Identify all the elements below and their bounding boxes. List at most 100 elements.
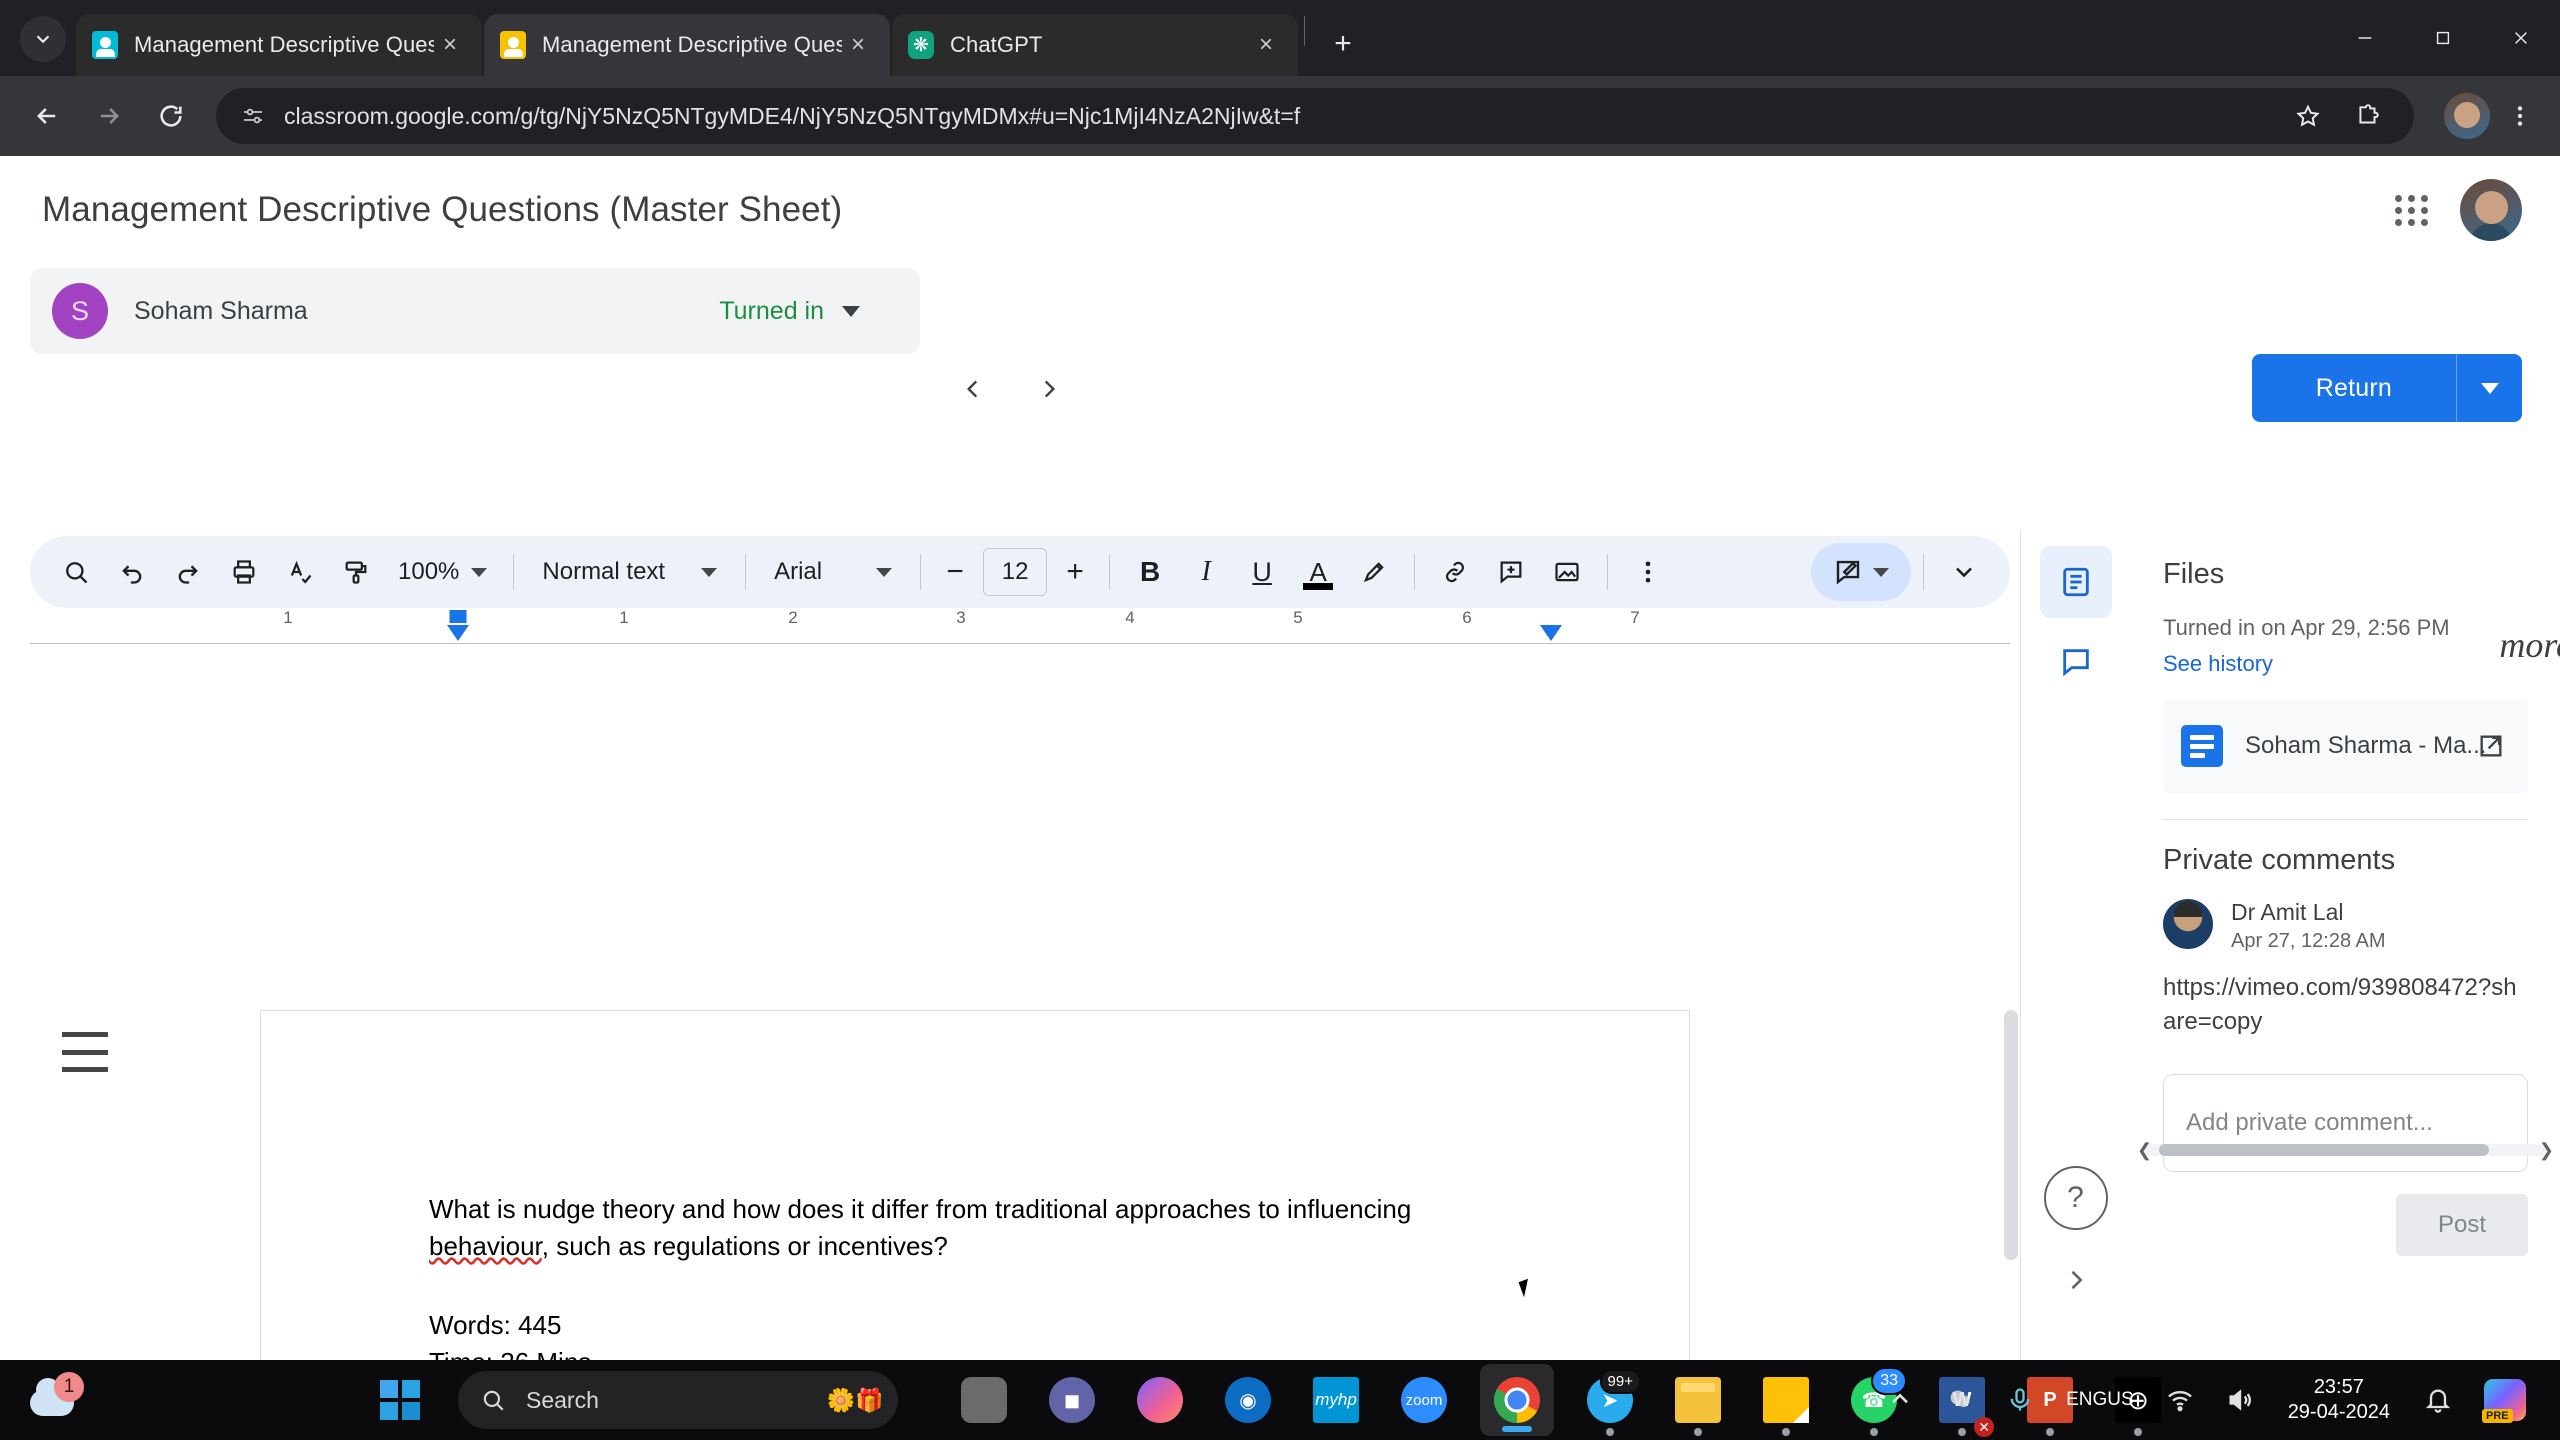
- notifications-bell-icon[interactable]: [2408, 1365, 2468, 1435]
- insert-image-icon[interactable]: [1539, 544, 1595, 600]
- microphone-icon[interactable]: [1990, 1365, 2050, 1435]
- divider: [1607, 554, 1609, 590]
- spellcheck-icon[interactable]: [272, 544, 328, 600]
- editing-mode-button[interactable]: [1811, 543, 1911, 601]
- tab-search-button[interactable]: [20, 16, 66, 62]
- document-scrollbar[interactable]: [2004, 1010, 2018, 1260]
- see-history-link[interactable]: See history: [2163, 651, 2528, 677]
- minimize-icon[interactable]: [2326, 0, 2404, 76]
- more-options-icon[interactable]: [1620, 544, 1676, 600]
- insert-link-icon[interactable]: [1427, 544, 1483, 600]
- extensions-icon[interactable]: [2342, 90, 2394, 142]
- submission-status-dropdown[interactable]: Turned in: [719, 297, 860, 326]
- taskbar-item-task-view[interactable]: [952, 1368, 1016, 1432]
- chatgpt-icon: ❋: [908, 31, 934, 59]
- search-input[interactable]: Search 🌼🎁: [458, 1371, 898, 1429]
- right-indent-marker[interactable]: [1540, 625, 1562, 641]
- bold-button[interactable]: B: [1122, 544, 1178, 600]
- document-canvas[interactable]: What is nudge theory and how does it dif…: [0, 1010, 2024, 1360]
- previous-student-button[interactable]: [940, 356, 1006, 422]
- zoom-level-dropdown[interactable]: 100%: [384, 544, 501, 600]
- google-apps-icon[interactable]: [2386, 184, 2438, 236]
- new-tab-button[interactable]: +: [1319, 20, 1367, 68]
- maximize-icon[interactable]: [2404, 0, 2482, 76]
- first-line-indent-marker[interactable]: [449, 610, 467, 623]
- taskbar-item-notes[interactable]: [1754, 1368, 1818, 1432]
- paragraph-style-dropdown[interactable]: Normal text: [526, 544, 733, 600]
- taskbar-item-teams[interactable]: ◼: [1040, 1368, 1104, 1432]
- paint-format-icon[interactable]: [328, 544, 384, 600]
- add-comment-icon[interactable]: [1483, 544, 1539, 600]
- close-icon[interactable]: ×: [1250, 29, 1282, 61]
- forward-icon[interactable]: [78, 85, 140, 147]
- tab-management-descriptive-2[interactable]: Management Descriptive Quest ×: [484, 14, 890, 76]
- copilot-tray-icon[interactable]: PRE: [2468, 1365, 2542, 1435]
- underline-button[interactable]: U: [1234, 544, 1290, 600]
- undo-icon[interactable]: [104, 544, 160, 600]
- docs-ruler[interactable]: 1 1 2 3 4 5 6 7: [30, 608, 2010, 648]
- font-family-dropdown[interactable]: Arial: [758, 544, 908, 600]
- question-text-part1: What is nudge theory and how does it dif…: [429, 1194, 1412, 1224]
- submitted-file-card[interactable]: Soham Sharma - Ma...: [2163, 699, 2528, 793]
- notification-cloud-icon[interactable]: 1: [26, 1372, 84, 1430]
- taskbar-item-zoom[interactable]: zoom: [1392, 1368, 1456, 1432]
- search-icon[interactable]: [48, 544, 104, 600]
- show-hidden-icons-button[interactable]: [1870, 1365, 1930, 1435]
- highlight-color-icon[interactable]: [1346, 544, 1402, 600]
- rail-comments-button[interactable]: [2040, 626, 2112, 698]
- scrollbar-thumb[interactable]: [2159, 1144, 2489, 1156]
- decorative-emoji: 🌼🎁: [826, 1386, 884, 1413]
- document-text[interactable]: What is nudge theory and how does it dif…: [429, 1191, 1529, 1360]
- return-button[interactable]: Return: [2251, 354, 2456, 422]
- back-icon[interactable]: [16, 85, 78, 147]
- taskbar-item-copilot[interactable]: [1128, 1368, 1192, 1432]
- left-indent-marker[interactable]: [447, 625, 469, 641]
- reload-icon[interactable]: [140, 85, 202, 147]
- taskbar-item-file-explorer[interactable]: [1666, 1368, 1730, 1432]
- site-settings-icon[interactable]: [236, 99, 270, 133]
- font-size-stepper[interactable]: − 12 +: [933, 548, 1097, 596]
- taskbar-item-hp-support[interactable]: ◉: [1216, 1368, 1280, 1432]
- document-outline-icon[interactable]: [62, 1032, 112, 1072]
- taskbar-item-myhp[interactable]: myhp: [1304, 1368, 1368, 1432]
- taskbar-item-chrome[interactable]: [1480, 1364, 1554, 1436]
- redo-icon[interactable]: [160, 544, 216, 600]
- chrome-menu-icon[interactable]: [2496, 90, 2544, 142]
- avatar[interactable]: [2460, 179, 2522, 241]
- private-comment-input[interactable]: Add private comment...: [2163, 1074, 2528, 1173]
- scroll-left-icon[interactable]: ❮: [2137, 1140, 2152, 1161]
- volume-icon[interactable]: [2210, 1365, 2270, 1435]
- collapse-toolbar-icon[interactable]: [1936, 544, 1992, 600]
- clock[interactable]: 23:57 29-04-2024: [2270, 1375, 2408, 1425]
- close-icon[interactable]: ×: [842, 29, 874, 61]
- post-comment-button[interactable]: Post: [2396, 1194, 2528, 1257]
- panel-horizontal-scrollbar[interactable]: ❮ ❯: [2137, 1140, 2554, 1160]
- meet-now-icon[interactable]: ✕: [1930, 1365, 1995, 1437]
- increase-font-size-button[interactable]: +: [1053, 550, 1097, 594]
- close-window-icon[interactable]: [2482, 0, 2560, 76]
- expand-panel-icon[interactable]: [2044, 1248, 2108, 1312]
- help-icon[interactable]: ?: [2043, 1166, 2108, 1230]
- language-primary: ENG: [2066, 1389, 2108, 1411]
- close-icon[interactable]: ×: [434, 29, 466, 61]
- return-dropdown-button[interactable]: [2456, 354, 2522, 422]
- browser-profile-avatar[interactable]: [2444, 93, 2490, 139]
- language-indicator[interactable]: ENG US: [2050, 1365, 2150, 1435]
- bookmark-star-icon[interactable]: [2282, 90, 2334, 142]
- document-page[interactable]: What is nudge theory and how does it dif…: [260, 1010, 1690, 1360]
- print-icon[interactable]: [216, 544, 272, 600]
- scroll-right-icon[interactable]: ❯: [2539, 1140, 2554, 1161]
- text-color-button[interactable]: A: [1290, 544, 1346, 600]
- decrease-font-size-button[interactable]: −: [933, 550, 977, 594]
- taskbar-item-telegram[interactable]: ➤ 99+: [1578, 1368, 1642, 1432]
- font-size-input[interactable]: 12: [983, 548, 1048, 596]
- open-in-new-tab-icon[interactable]: [2468, 723, 2514, 769]
- windows-start-icon[interactable]: [380, 1380, 420, 1420]
- wifi-icon[interactable]: [2150, 1365, 2210, 1435]
- italic-button[interactable]: I: [1178, 544, 1234, 600]
- address-bar[interactable]: classroom.google.com/g/tg/NjY5NzQ5NTgyMD…: [216, 88, 2414, 144]
- tab-management-descriptive-1[interactable]: Management Descriptive Quest ×: [76, 14, 482, 76]
- next-student-button[interactable]: [1016, 356, 1082, 422]
- rail-files-button[interactable]: [2039, 546, 2112, 618]
- tab-chatgpt[interactable]: ❋ ChatGPT ×: [892, 14, 1298, 76]
